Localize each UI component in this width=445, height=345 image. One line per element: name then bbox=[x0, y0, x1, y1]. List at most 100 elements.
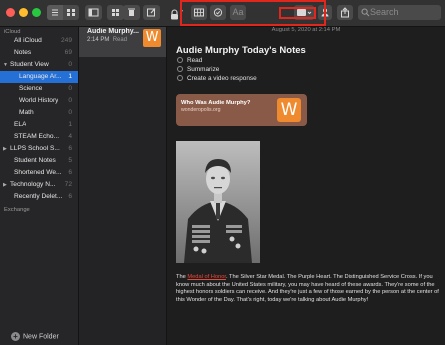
note-list: Audie Murphy... 2:14 PM Read W bbox=[79, 27, 167, 345]
note-list-title: Audie Murphy... bbox=[87, 28, 139, 35]
sidebar-item-count: 6 bbox=[68, 193, 72, 200]
sidebar-item-language-arts[interactable]: Language Ar... 1 bbox=[0, 71, 78, 83]
new-note-button[interactable] bbox=[143, 5, 160, 20]
sidebar-item-label: Notes bbox=[14, 49, 32, 56]
sidebar-item-count: 4 bbox=[68, 133, 72, 140]
sidebar-item-label: Science bbox=[19, 85, 43, 92]
sidebar-item-count: 0 bbox=[68, 97, 72, 104]
folder-grid-icon bbox=[112, 9, 119, 16]
checklist-item-label: Summarize bbox=[187, 66, 220, 73]
checkbox-circle-icon[interactable] bbox=[177, 75, 183, 82]
sidebar-item-count: 0 bbox=[68, 109, 72, 116]
sidebar-section-header-exchange: Exchange bbox=[4, 207, 30, 213]
list-view-icon bbox=[52, 9, 58, 16]
checkbox-circle-icon[interactable] bbox=[177, 66, 183, 73]
portrait-image bbox=[176, 141, 260, 263]
sidebar-item-label: STEAM Echo... bbox=[14, 133, 60, 140]
disclosure-collapsed-icon[interactable]: ▶ bbox=[3, 143, 7, 155]
note-list-preview: Read bbox=[112, 37, 128, 43]
sidebar-item-student-view[interactable]: ▼ Student View 0 bbox=[0, 59, 78, 71]
list-item[interactable]: Audie Murphy... 2:14 PM Read W bbox=[79, 27, 166, 57]
table-button[interactable] bbox=[191, 5, 207, 20]
close-window-button[interactable] bbox=[6, 8, 15, 17]
sidebar-item-shortened-week[interactable]: Shortened We... 6 bbox=[0, 167, 78, 179]
gallery-view-icon bbox=[67, 9, 75, 16]
note-list-meta: 2:14 PM Read bbox=[87, 37, 127, 43]
sidebar-item-world-history[interactable]: World History 0 bbox=[0, 95, 78, 107]
sidebar-item-label: Student Notes bbox=[14, 157, 56, 164]
add-people-icon bbox=[321, 8, 329, 17]
sidebar-item-label: Math bbox=[19, 109, 34, 116]
search-placeholder: Search bbox=[370, 7, 399, 17]
minimize-window-button[interactable] bbox=[19, 8, 28, 17]
sidebar-item-steam-echo[interactable]: STEAM Echo... 4 bbox=[0, 131, 78, 143]
medal-of-honor-link[interactable]: Medal of Honor bbox=[187, 274, 226, 280]
checkbox-circle-icon[interactable] bbox=[177, 57, 183, 64]
checklist-item[interactable]: Create a video response bbox=[177, 75, 257, 83]
sidebar-item-all-icloud[interactable]: All iCloud 249 bbox=[0, 35, 78, 47]
sidebar-item-label: Shortened We... bbox=[14, 169, 62, 176]
link-card-url: wonderopolis.org bbox=[181, 107, 221, 113]
disclosure-expanded-icon[interactable]: ▼ bbox=[3, 59, 8, 71]
checklist-icon bbox=[213, 8, 223, 17]
sidebar-item-label: Student View bbox=[10, 61, 49, 68]
add-attachment-button[interactable] bbox=[294, 5, 314, 20]
note-heading: Audie Murphy Today's Notes bbox=[176, 45, 306, 56]
sidebar-item-math[interactable]: Math 0 bbox=[0, 107, 78, 119]
list-view-button[interactable] bbox=[47, 5, 63, 20]
checklist-item[interactable]: Read bbox=[177, 57, 202, 65]
share-icon bbox=[341, 7, 349, 18]
sidebar-item-count: 1 bbox=[68, 121, 72, 128]
gallery-view-button[interactable] bbox=[63, 5, 79, 20]
sidebar-item-count: 72 bbox=[64, 181, 72, 188]
sidebar-item-ela[interactable]: ELA 1 bbox=[0, 119, 78, 131]
search-field[interactable]: Search bbox=[358, 5, 441, 20]
sidebar-item-student-notes[interactable]: Student Notes 5 bbox=[0, 155, 78, 167]
sidebar-item-label: LLPS School S... bbox=[10, 145, 60, 152]
delete-note-button[interactable] bbox=[123, 5, 140, 20]
sidebar-item-label: Language Ar... bbox=[19, 73, 62, 80]
share-button[interactable] bbox=[337, 5, 353, 20]
note-list-time: 2:14 PM bbox=[87, 37, 110, 43]
note-body-text[interactable]: The Medal of Honor. The Silver Star Meda… bbox=[176, 274, 440, 304]
portrait-photo[interactable] bbox=[176, 141, 260, 263]
zoom-window-button[interactable] bbox=[32, 8, 41, 17]
checklist-button[interactable] bbox=[210, 5, 226, 20]
sidebar-item-count: 69 bbox=[64, 49, 72, 56]
table-icon bbox=[194, 8, 204, 17]
sidebar-item-recently-deleted[interactable]: Recently Delet... 6 bbox=[0, 191, 78, 203]
checklist-item[interactable]: Summarize bbox=[177, 66, 219, 74]
sidebar-item-llps-school[interactable]: ▶ LLPS School S... 6 bbox=[0, 143, 78, 155]
sidebar-item-count: 6 bbox=[68, 145, 72, 152]
checklist-item-label: Read bbox=[187, 57, 203, 64]
sidebar-toggle-button[interactable] bbox=[85, 5, 102, 20]
sidebar-item-count: 6 bbox=[68, 169, 72, 176]
collaborate-button[interactable] bbox=[318, 5, 332, 20]
new-folder-button[interactable]: + New Folder bbox=[11, 332, 59, 341]
photo-media-icon bbox=[297, 9, 312, 16]
sidebar-item-label: World History bbox=[19, 97, 59, 104]
folders-button[interactable] bbox=[107, 5, 124, 20]
disclosure-collapsed-icon[interactable]: ▶ bbox=[3, 179, 7, 191]
sidebar-item-count: 1 bbox=[68, 73, 72, 80]
trash-icon bbox=[128, 8, 135, 16]
lock-menu-chevron-icon[interactable]: ▾ bbox=[180, 8, 183, 15]
note-editor[interactable]: August 5, 2020 at 2:14 PM Audie Murphy T… bbox=[167, 27, 445, 345]
checklist-item-label: Create a video response bbox=[187, 75, 257, 82]
compose-icon bbox=[147, 8, 156, 17]
sidebar-item-technology[interactable]: ▶ Technology N... 72 bbox=[0, 179, 78, 191]
sidebar-item-count: 0 bbox=[68, 85, 72, 92]
link-preview-card[interactable]: Who Was Audie Murphy? wonderopolis.org W bbox=[176, 94, 307, 126]
new-folder-label: New Folder bbox=[23, 333, 59, 341]
text-style-button[interactable]: Aa bbox=[230, 5, 246, 20]
toolbar: ▾ Aa Search bbox=[0, 0, 445, 27]
sidebar-item-label: Recently Delet... bbox=[14, 193, 63, 200]
sidebar-item-notes[interactable]: Notes 69 bbox=[0, 47, 78, 59]
note-date: August 5, 2020 at 2:14 PM bbox=[271, 27, 341, 33]
view-toggle bbox=[47, 5, 79, 20]
sidebar-item-science[interactable]: Science 0 bbox=[0, 83, 78, 95]
sidebar-item-count: 5 bbox=[68, 157, 72, 164]
sidebar-item-label: Technology N... bbox=[10, 181, 56, 188]
lock-note-button[interactable] bbox=[170, 7, 179, 25]
lock-icon bbox=[171, 9, 178, 20]
